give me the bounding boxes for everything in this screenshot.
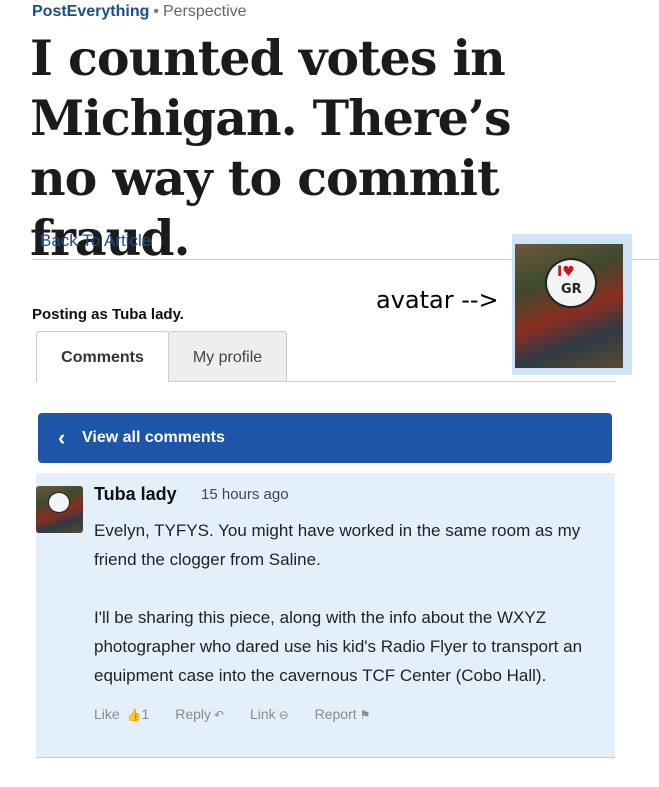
link-icon: ⊖	[278, 708, 289, 722]
comment-paragraph: I'll be sharing this piece, along with t…	[94, 608, 583, 685]
tab-my-profile[interactable]: My profile	[168, 331, 287, 382]
reply-icon: ↶	[214, 708, 225, 722]
reply-label: Reply	[175, 706, 212, 722]
comment-card: Tuba lady 15 hours ago Evelyn, TYFYS. Yo…	[36, 473, 615, 758]
avatar-large[interactable]: I♥ GR	[515, 244, 623, 368]
tabs-divider	[169, 381, 615, 382]
avatar[interactable]	[36, 486, 83, 533]
comment-body: Evelyn, TYFYS. You might have worked in …	[94, 516, 614, 719]
comment-actions: Like 👍1 Reply ↶ Link ⊖ Report ⚑	[94, 706, 392, 722]
chevron-left-icon: ‹	[58, 425, 66, 450]
kicker-separator: •	[153, 3, 159, 20]
comment-author[interactable]: Tuba lady	[94, 484, 177, 505]
like-count: 1	[141, 706, 150, 722]
kicker: PostEverything • Perspective	[32, 3, 247, 21]
view-all-comments-button[interactable]: ‹ View all comments	[38, 413, 612, 463]
report-label: Report	[314, 706, 357, 722]
badge-logo: I♥ GR	[545, 258, 597, 308]
tab-comments[interactable]: Comments	[36, 331, 169, 382]
avatar-highlight: I♥ GR	[512, 234, 632, 375]
link-label: Link	[249, 706, 276, 722]
posting-as-label: Posting as Tuba lady.	[32, 306, 184, 323]
view-all-label: View all comments	[82, 429, 225, 446]
comment-timestamp: 15 hours ago	[201, 486, 289, 503]
like-label: Like	[94, 706, 120, 722]
section-link[interactable]: PostEverything	[32, 3, 149, 20]
badge-logo-small	[48, 492, 70, 513]
like-button[interactable]: Like 👍1	[94, 706, 149, 722]
report-button[interactable]: Report ⚑	[315, 706, 371, 722]
avatar-annotation: avatar -->	[376, 286, 499, 314]
back-to-article-link[interactable]: Back To Article	[40, 231, 151, 251]
badge-text-bottom: GR	[561, 282, 582, 297]
badge-text-top: I♥	[557, 264, 575, 280]
comment-paragraph: Evelyn, TYFYS. You might have worked in …	[94, 521, 581, 569]
flag-icon: ⚑	[359, 708, 371, 722]
kicker-label: Perspective	[162, 3, 247, 20]
reply-button[interactable]: Reply ↶	[175, 706, 224, 722]
thumbs-up-icon: 👍	[126, 708, 142, 722]
link-button[interactable]: Link ⊖	[250, 706, 289, 722]
